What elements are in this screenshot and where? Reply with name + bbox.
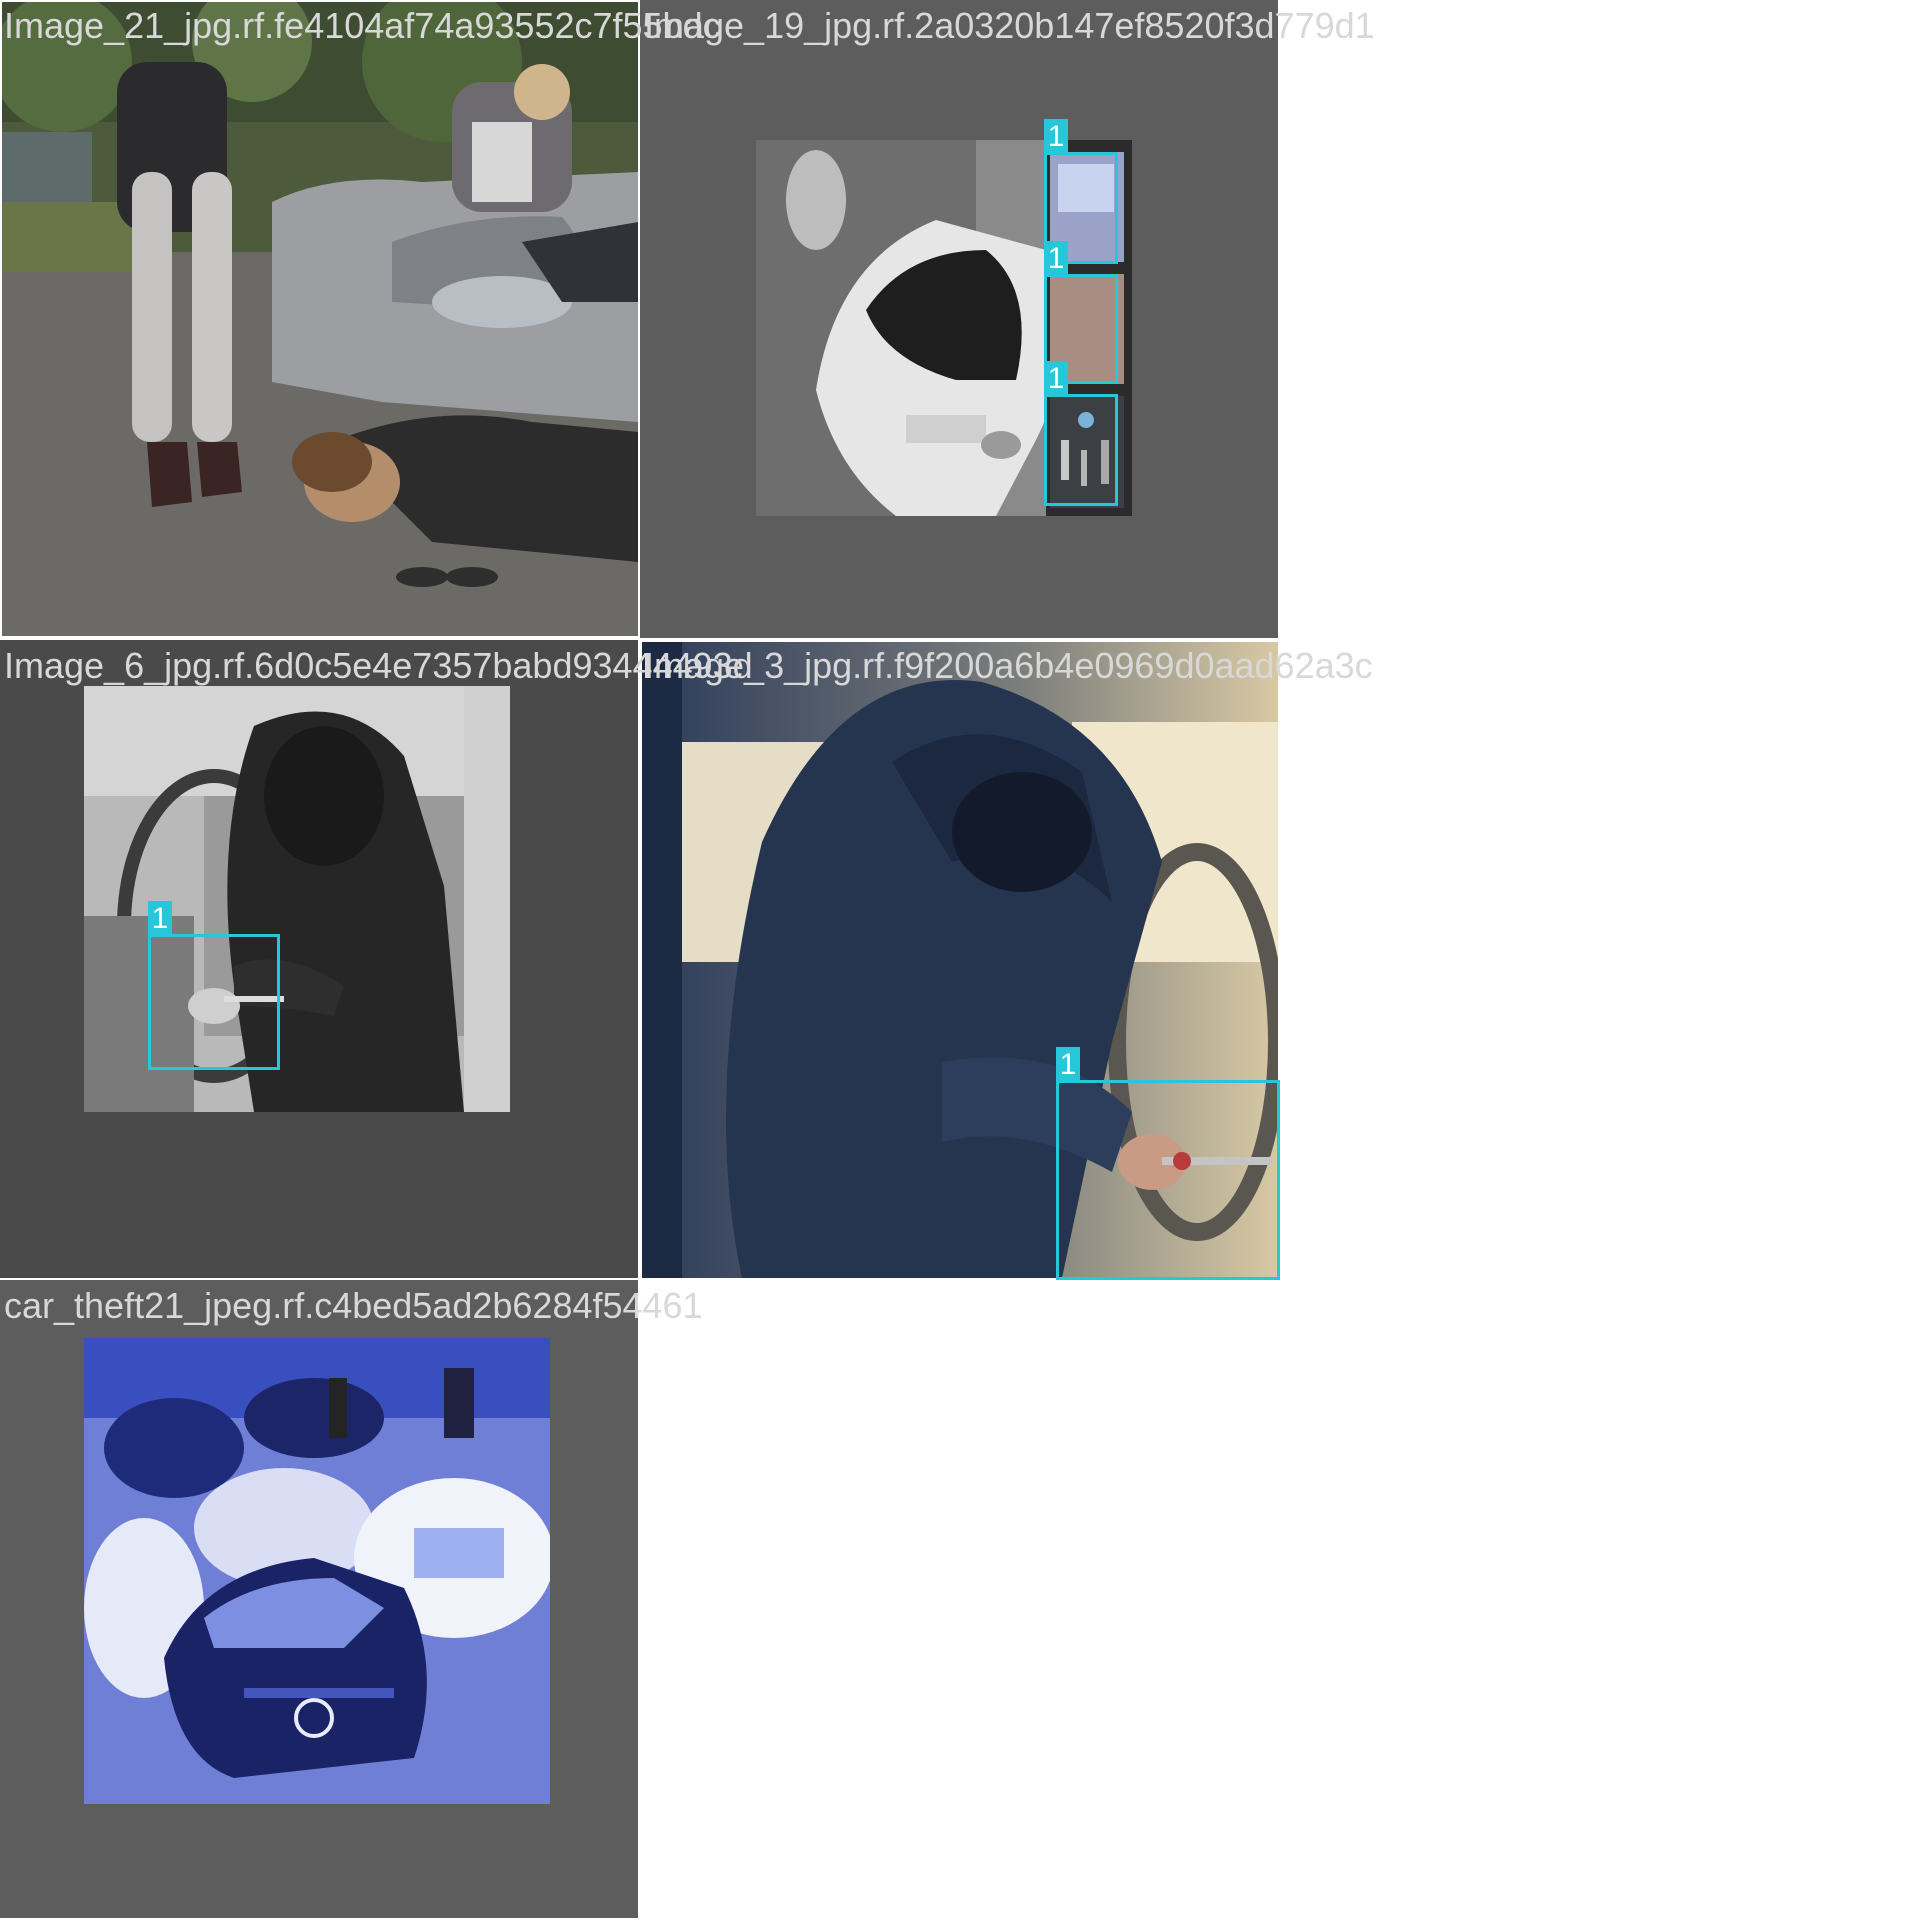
mosaic-tile-1: Image_21_jpg.rf.fe4104af74a93552c7f55bdc (0, 0, 721, 638)
detection-box: 1 (148, 901, 280, 1070)
detection-box-label: 1 (148, 901, 172, 937)
tile-5-caption: car_theft21_jpeg.rf.c4bed5ad2b6284f54461 (4, 1285, 703, 1326)
tile-2-caption: Image_19_jpg.rf.2a0320b147ef8520f3d779d1 (644, 5, 1375, 46)
mosaic-tile-3: 1 Image_6_jpg.rf.6d0c5e4e7357babd9344449… (0, 640, 753, 1278)
tile-3-caption: Image_6_jpg.rf.6d0c5e4e7357babd93444493d (4, 645, 753, 686)
mosaic-tile-4: 1 Image_3_jpg.rf.f9f200a6b4e0969d0aad62a… (640, 640, 1373, 1280)
detection-box: 1 (1056, 1047, 1280, 1280)
detection-box-label: 1 (1044, 241, 1068, 277)
mosaic-tile-2: 1 1 1 Image_19_jpg.rf.2a0320b147ef8520f3… (640, 0, 1375, 638)
detection-box-label: 1 (1056, 1047, 1080, 1083)
detection-box-label: 1 (1044, 119, 1068, 155)
tile-image-5 (84, 1338, 550, 1804)
detection-box: 1 (1044, 361, 1118, 506)
tile-4-caption: Image_3_jpg.rf.f9f200a6b4e0969d0aad62a3c (644, 645, 1373, 686)
mosaic-tile-5: car_theft21_jpeg.rf.c4bed5ad2b6284f54461 (0, 1280, 703, 1918)
tile-1-caption: Image_21_jpg.rf.fe4104af74a93552c7f55bdc (4, 5, 721, 46)
tile-image-1 (2, 2, 638, 636)
detection-box-label: 1 (1044, 361, 1068, 397)
